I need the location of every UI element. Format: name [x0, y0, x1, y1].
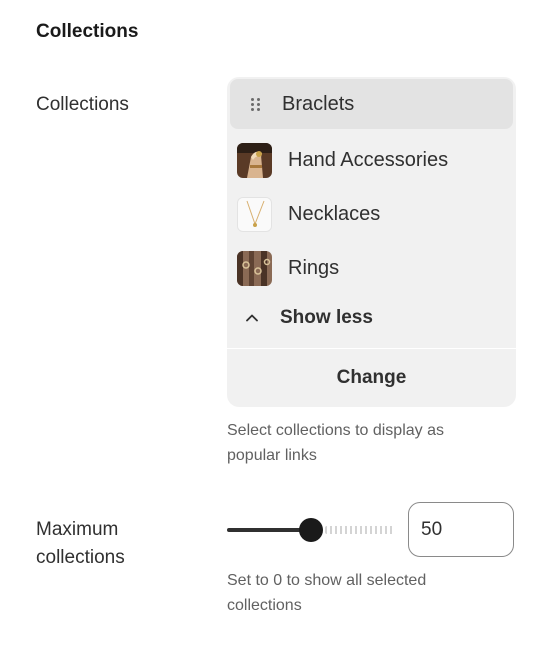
collections-label: Collections	[36, 94, 129, 115]
rings-thumbnail	[237, 250, 272, 286]
collection-item-label: Braclets	[282, 92, 355, 115]
help-line: collections	[227, 597, 302, 614]
necklaces-thumbnail	[237, 196, 272, 232]
collection-item-label: Necklaces	[288, 202, 381, 225]
change-button[interactable]: Change	[227, 349, 516, 407]
collection-item-label: Rings	[288, 256, 340, 279]
collections-help-text: Select collections to display as popular…	[227, 418, 527, 468]
help-line: Select collections to display as	[227, 422, 444, 439]
section-title: Collections	[36, 21, 139, 42]
hand-accessories-thumbnail	[237, 142, 272, 178]
collections-picker: Braclets Hand Accessories Necklaces Ring…	[227, 77, 516, 407]
label-line: collections	[36, 547, 125, 568]
help-line: popular links	[227, 447, 317, 464]
collection-item-necklaces[interactable]: Necklaces	[230, 189, 513, 239]
maximum-help-text: Set to 0 to show all selected collection…	[227, 568, 527, 618]
maximum-collections-input[interactable]	[408, 502, 514, 557]
show-less-button[interactable]: Show less	[244, 303, 373, 333]
label-line: Maximum	[36, 519, 119, 540]
slider-track-empty	[325, 526, 395, 534]
collection-item-braclets[interactable]: Braclets	[230, 79, 513, 129]
maximum-collections-slider[interactable]	[227, 518, 395, 542]
show-less-label: Show less	[280, 307, 373, 328]
collection-item-hand-accessories[interactable]: Hand Accessories	[230, 135, 513, 185]
drag-handle-icon[interactable]	[248, 97, 262, 111]
collection-item-label: Hand Accessories	[288, 148, 449, 171]
slider-handle[interactable]	[299, 518, 323, 542]
collection-item-rings[interactable]: Rings	[230, 243, 513, 293]
maximum-collections-label: Maximum collections	[36, 516, 125, 572]
help-line: Set to 0 to show all selected	[227, 572, 427, 589]
chevron-up-icon	[246, 314, 258, 322]
